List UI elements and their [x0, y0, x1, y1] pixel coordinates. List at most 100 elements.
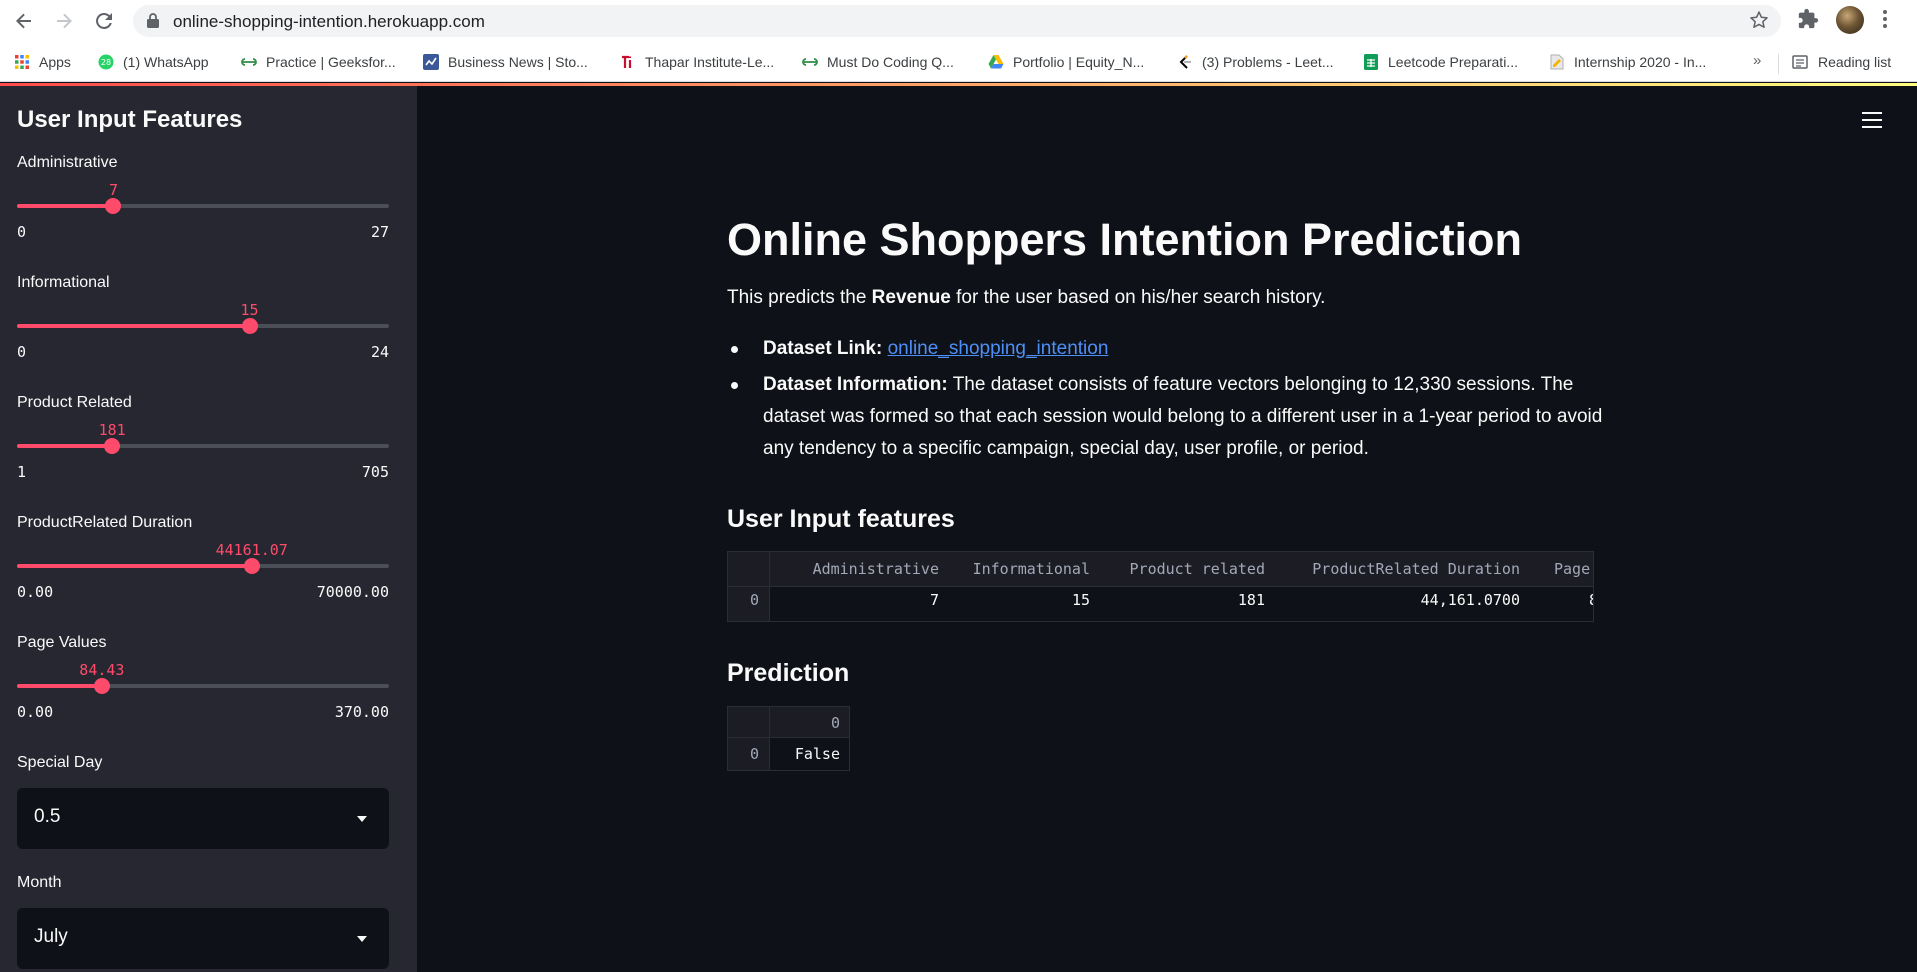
table-index-column — [728, 707, 769, 770]
caret-down-icon — [357, 936, 367, 942]
special-day-select[interactable]: 0.5 — [17, 788, 389, 849]
browser-menu-icon[interactable] — [1882, 8, 1888, 30]
column-header: 0 — [830, 714, 840, 732]
slider-track[interactable] — [17, 438, 389, 454]
prediction-value: False — [794, 745, 840, 763]
bookmarks-bar: Apps 28 (1) WhatsApp Practice | Geeksfor… — [0, 42, 1917, 82]
profile-avatar[interactable] — [1836, 6, 1864, 34]
slider-value: 7 — [108, 181, 118, 199]
slider-fill — [17, 204, 114, 208]
dataset-info-label: Dataset Information: — [763, 374, 948, 395]
month-value: July — [34, 926, 68, 947]
app-menu-button[interactable] — [1862, 112, 1882, 128]
table-cell: 7 — [929, 591, 939, 609]
special-day-label: Special Day — [17, 754, 103, 771]
bookmarks-overflow-button[interactable]: » — [1753, 52, 1761, 69]
arrow-right-icon — [57, 13, 72, 29]
intro-text: This predicts the Revenue for the user b… — [727, 287, 1326, 308]
column-header: Product related — [1129, 560, 1265, 578]
revenue-bold: Revenue — [871, 287, 951, 308]
slider-track[interactable] — [17, 198, 389, 214]
bookmark-label: Thapar Institute-Le... — [645, 54, 775, 70]
slider-min: 0.00 — [17, 583, 54, 601]
slider-informational[interactable]: Informational 15 0 24 — [17, 274, 389, 384]
column-header: Administrative — [812, 560, 939, 578]
bookmark-star-icon[interactable] — [1749, 10, 1769, 30]
slider-productrelated-duration[interactable]: ProductRelated Duration 44161.07 0.00 70… — [17, 514, 389, 624]
page-title: Online Shoppers Intention Prediction — [727, 214, 1523, 265]
thapar-icon — [622, 55, 632, 68]
address-bar[interactable]: online-shopping-intention.herokuapp.com — [133, 5, 1781, 37]
slider-min: 0 — [17, 223, 27, 241]
hamburger-icon — [1862, 112, 1882, 114]
month-label: Month — [17, 874, 62, 891]
reading-list-icon — [1792, 55, 1808, 69]
slider-track[interactable] — [17, 318, 389, 334]
slider-label: Administrative — [17, 154, 118, 171]
forward-button[interactable] — [50, 7, 78, 35]
reload-button[interactable] — [90, 7, 118, 35]
slider-thumb[interactable] — [241, 318, 258, 334]
bookmark-business-news[interactable]: Business News | Sto... — [423, 51, 588, 73]
bookmark-portfolio[interactable]: Portfolio | Equity_N... — [988, 51, 1144, 73]
slider-max: 705 — [361, 463, 389, 481]
drive-icon — [988, 55, 1004, 69]
slider-thumb[interactable] — [93, 678, 110, 694]
reading-list-button[interactable]: Reading list — [1792, 51, 1891, 73]
extensions-puzzle-icon[interactable] — [1797, 8, 1819, 30]
slider-product-related[interactable]: Product Related 181 1 705 — [17, 394, 389, 504]
slider-page-values[interactable]: Page Values 84.43 0.00 370.00 — [17, 634, 389, 744]
geeksforgeeks-icon — [241, 58, 257, 66]
slider-value: 44161.07 — [215, 541, 288, 559]
bookmark-label: Leetcode Preparati... — [1388, 54, 1518, 70]
features-heading: User Input features — [727, 505, 955, 533]
bookmark-label: (3) Problems - Leet... — [1202, 54, 1334, 70]
bookmark-label: (1) WhatsApp — [123, 54, 209, 70]
arrow-left-icon — [16, 13, 31, 29]
bookmark-label: Practice | Geeksfor... — [266, 54, 396, 70]
bullet-dot — [731, 346, 738, 353]
bookmark-must-do-coding[interactable]: Must Do Coding Q... — [802, 51, 954, 73]
caret-down-icon — [357, 816, 367, 822]
slider-track[interactable] — [17, 558, 389, 574]
slider-max: 24 — [370, 343, 389, 361]
bookmark-geeksforgeeks[interactable]: Practice | Geeksfor... — [241, 51, 396, 73]
whatsapp-icon: 28 — [98, 54, 114, 70]
bookmark-apps[interactable]: Apps — [14, 51, 71, 73]
column-header: ProductRelated Duration — [1312, 560, 1520, 578]
dataset-link-label: Dataset Link: — [763, 338, 883, 359]
row-index: 0 — [750, 591, 760, 609]
month-select[interactable]: July — [17, 908, 389, 969]
slider-value: 15 — [240, 301, 259, 319]
dataset-link[interactable]: online_shopping_intention — [888, 338, 1109, 359]
slider-label: Product Related — [17, 394, 132, 411]
slider-max: 70000.00 — [316, 583, 389, 601]
bookmark-whatsapp[interactable]: 28 (1) WhatsApp — [98, 51, 209, 73]
bookmark-label: Must Do Coding Q... — [827, 54, 954, 70]
features-dataframe[interactable]: Administrative Informational Product rel… — [727, 551, 1594, 622]
prediction-dataframe[interactable]: 0 0 False — [727, 706, 850, 771]
bookmark-leetcode[interactable]: (3) Problems - Leet... — [1177, 51, 1334, 73]
bookmark-thapar[interactable]: Thapar Institute-Le... — [620, 51, 774, 73]
slider-min: 0 — [17, 343, 27, 361]
slider-thumb[interactable] — [104, 438, 121, 454]
leetcode-icon — [1179, 55, 1191, 69]
prediction-heading: Prediction — [727, 659, 850, 687]
slider-label: Page Values — [17, 634, 107, 651]
sidebar: User Input Features Administrative 7 0 2… — [0, 86, 417, 972]
back-button[interactable] — [10, 7, 38, 35]
table-cell: 44,161.0700 — [1420, 591, 1520, 609]
slider-administrative[interactable]: Administrative 7 0 27 — [17, 154, 389, 264]
bookmark-label: Apps — [39, 54, 71, 70]
table-cell: 181 — [1237, 591, 1265, 609]
sheets-icon — [1364, 54, 1378, 70]
slider-thumb[interactable] — [105, 198, 122, 214]
slider-track[interactable] — [17, 678, 389, 694]
url-text: online-shopping-intention.herokuapp.com — [173, 12, 485, 31]
bookmark-internship[interactable]: Internship 2020 - In... — [1549, 51, 1706, 73]
slider-min: 1 — [17, 463, 27, 481]
bookmark-label: Business News | Sto... — [448, 54, 588, 70]
bookmark-leetcode-prep[interactable]: Leetcode Preparati... — [1363, 51, 1518, 73]
slider-thumb[interactable] — [243, 558, 260, 574]
reading-list-label: Reading list — [1818, 54, 1892, 70]
